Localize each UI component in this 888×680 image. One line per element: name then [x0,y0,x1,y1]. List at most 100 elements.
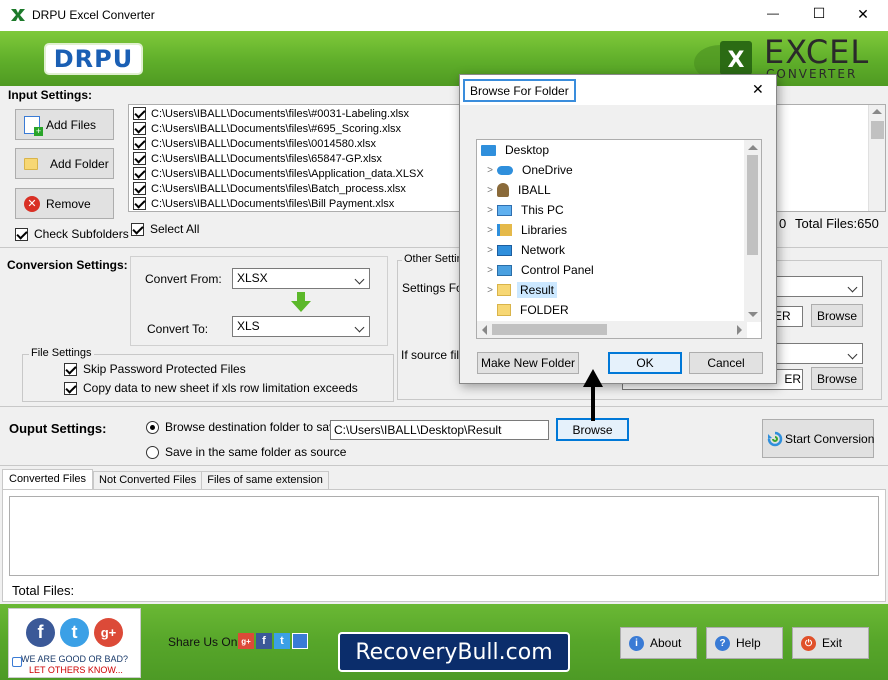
tree-item-iball[interactable]: > IBALL [479,180,761,200]
if-source-select[interactable] [764,343,863,364]
share-twitter-icon[interactable]: t [274,633,290,649]
file-path: C:\Users\IBALL\Documents\files\#695_Scor… [151,122,402,135]
info-icon: i [629,635,644,651]
skip-password-label: Skip Password Protected Files [83,362,246,376]
dialog-cancel-button[interactable]: Cancel [689,352,763,374]
close-button[interactable]: ✕ [852,6,874,23]
tree-item-label: FOLDER [520,303,569,317]
tab-not-converted-files[interactable]: Not Converted Files [93,471,203,490]
radio-browse-label: Browse destination folder to save [165,420,342,434]
share-like-icon[interactable] [292,633,308,649]
expand-chevron-icon[interactable]: > [483,285,497,296]
select-all[interactable]: Select All [131,222,199,236]
product-subtitle: CONVERTER [766,67,858,81]
tree-item-label: Control Panel [521,263,594,277]
browse-button-1[interactable]: Browse [811,304,863,327]
file-checkbox[interactable] [133,152,146,165]
file-checkbox[interactable] [133,197,146,210]
rate-us-box[interactable]: f t g+ WE ARE GOOD OR BAD? LET OTHERS KN… [8,608,141,678]
tree-item-desktop[interactable]: Desktop [479,140,761,160]
expand-chevron-icon[interactable]: > [483,185,497,196]
tree-item-onedrive[interactable]: > OneDrive [479,160,761,180]
scrollbar-thumb[interactable] [871,121,884,139]
check-subfolders[interactable]: Check Subfolders [15,227,129,241]
add-folder-button[interactable]: Add Folder [15,148,114,179]
tree-vscroll-thumb[interactable] [747,155,758,255]
tree-hscroll-thumb[interactable] [492,324,607,335]
tree-item-result[interactable]: > Result [479,280,761,300]
exit-button[interactable]: ⏻ Exit [792,627,869,659]
remove-icon: ✕ [24,195,40,212]
file-checkbox[interactable] [133,122,146,135]
folder-icon [497,304,511,316]
skip-password-checkbox[interactable] [64,362,77,376]
tab-same-extension[interactable]: Files of same extension [202,471,329,490]
file-checkbox[interactable] [133,182,146,195]
file-checkbox[interactable] [133,167,146,180]
exit-label: Exit [822,636,843,650]
radio-same-button[interactable] [146,445,159,459]
file-checkbox[interactable] [133,107,146,120]
file-path: C:\Users\IBALL\Documents\files\Bill Paym… [151,197,395,210]
tree-item-network[interactable]: > Network [479,240,761,260]
tree-item-control-panel[interactable]: > Control Panel [479,260,761,280]
radio-browse-button[interactable] [146,420,159,434]
remove-label: Remove [46,196,91,211]
remove-button[interactable]: ✕ Remove [15,188,114,219]
radio-browse-destination[interactable]: Browse destination folder to save [146,420,342,434]
skip-password-option[interactable]: Skip Password Protected Files [64,362,246,376]
tree-item-label: Desktop [505,143,550,157]
minimize-button[interactable]: — [762,6,784,20]
file-list-scrollbar[interactable] [868,105,885,211]
check-subfolders-label: Check Subfolders [34,227,129,241]
copy-data-label: Copy data to new sheet if xls row limita… [83,381,358,395]
tree-item-libraries[interactable]: > Libraries [479,220,761,240]
about-button[interactable]: i About [620,627,697,659]
share-google-icon[interactable]: g+ [238,633,254,649]
copy-data-option[interactable]: Copy data to new sheet if xls row limita… [64,381,358,395]
expand-chevron-icon[interactable]: > [483,205,497,216]
convert-to-select[interactable]: XLS [232,316,370,337]
tree-vertical-scrollbar[interactable] [744,140,761,322]
check-subfolders-checkbox[interactable] [15,227,28,241]
expand-chevron-icon[interactable]: > [483,245,497,256]
make-new-folder-button[interactable]: Make New Folder [477,352,579,374]
file-checkbox[interactable] [133,137,146,150]
browse-button-2[interactable]: Browse [811,367,863,390]
browse-destination-button[interactable]: Browse [556,418,629,441]
dialog-close-button[interactable]: ✕ [752,81,764,98]
share-facebook-icon[interactable]: f [256,633,272,649]
tree-horizontal-scrollbar[interactable] [477,321,747,338]
convert-from-select[interactable]: XLSX [232,268,370,289]
conversion-settings-title: Conversion Settings: [7,258,128,272]
destination-path-input[interactable]: C:\Users\IBALL\Desktop\Result [330,420,549,440]
start-conversion-button[interactable]: Start Conversion [762,419,874,458]
dialog-ok-button[interactable]: OK [608,352,682,374]
select-all-checkbox[interactable] [131,222,144,236]
settings-for-select[interactable] [764,276,863,297]
convert-from-label: Convert From: [145,272,222,286]
twitter-icon[interactable]: t [60,618,89,647]
folder-tree[interactable]: Desktop > OneDrive > IBALL > This PC > Libraries… [476,139,762,339]
tree-item-label: Network [521,243,566,257]
add-files-label: Add Files [46,117,97,132]
facebook-icon[interactable]: f [26,618,55,647]
expand-chevron-icon[interactable]: > [483,265,497,276]
share-label: Share Us On: [168,635,241,649]
tree-item-label: Libraries [521,223,568,237]
help-button[interactable]: ? Help [706,627,783,659]
expand-chevron-icon[interactable]: > [483,165,497,176]
add-files-button[interactable]: + Add Files [15,109,114,140]
tree-item-folder[interactable]: FOLDER [479,300,761,320]
window-title: DRPU Excel Converter [32,8,155,22]
copy-data-checkbox[interactable] [64,381,77,395]
file-settings-title: File Settings [29,347,94,359]
radio-same-folder[interactable]: Save in the same folder as source [146,445,346,459]
tab-converted-files[interactable]: Converted Files [2,469,94,490]
expand-chevron-icon[interactable]: > [483,225,497,236]
maximize-button[interactable]: ☐ [808,5,830,22]
tree-item-this-pc[interactable]: > This PC [479,200,761,220]
recoverybull-banner[interactable]: RecoveryBull.com [338,632,570,672]
google-plus-icon[interactable]: g+ [94,618,123,647]
results-list[interactable] [9,496,879,576]
